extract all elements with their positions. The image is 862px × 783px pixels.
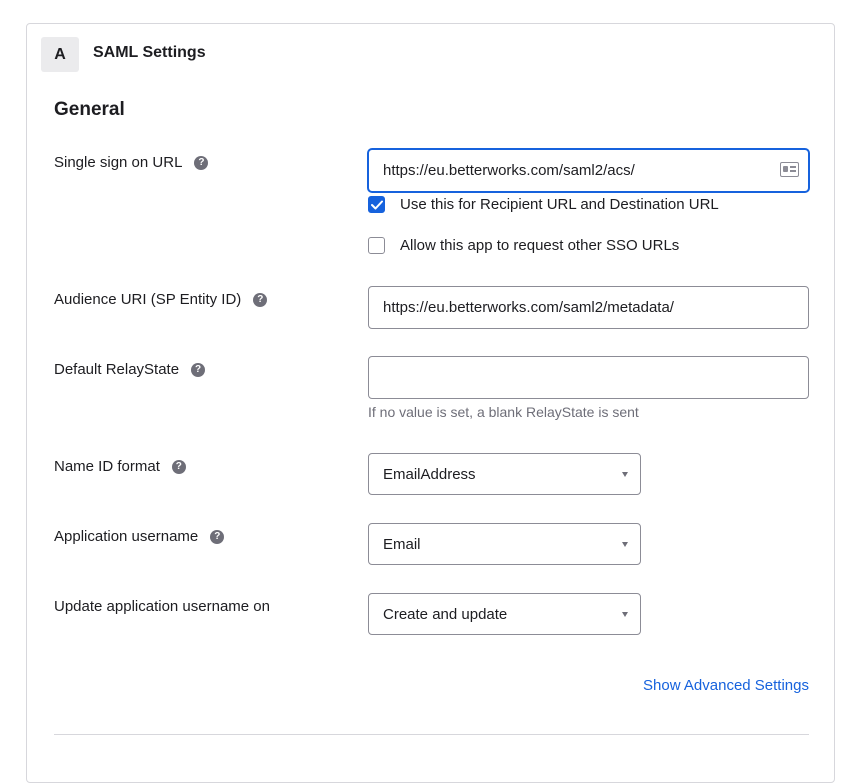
audience-uri-label: Audience URI (SP Entity ID) ?	[54, 291, 268, 308]
recipient-url-checkbox-label: Use this for Recipient URL and Destinati…	[400, 196, 719, 213]
app-username-label: Application username ?	[54, 528, 225, 545]
help-icon[interactable]: ?	[171, 459, 186, 474]
help-icon[interactable]: ?	[191, 362, 206, 377]
name-id-format-label: Name ID format ?	[54, 458, 186, 475]
audience-uri-input[interactable]	[368, 286, 809, 329]
other-sso-checkbox-row[interactable]: Allow this app to request other SSO URLs	[368, 237, 679, 254]
relay-state-hint: If no value is set, a blank RelayState i…	[368, 404, 639, 420]
card-avatar-shape	[783, 166, 788, 172]
update-username-label: Update application username on	[54, 598, 270, 615]
sso-url-label-text: Single sign on URL	[54, 154, 183, 171]
sso-url-input[interactable]	[368, 149, 809, 192]
name-id-format-select[interactable]: EmailAddress	[368, 453, 641, 495]
app-username-label-text: Application username	[54, 528, 199, 545]
help-icon[interactable]: ?	[210, 529, 225, 544]
app-username-select[interactable]: Email	[368, 523, 641, 565]
checkmark-icon	[370, 200, 383, 209]
help-icon[interactable]: ?	[194, 155, 209, 170]
caret-down-icon	[622, 472, 628, 477]
card-line	[790, 166, 796, 168]
caret-down-icon	[622, 542, 628, 547]
update-username-select[interactable]: Create and update	[368, 593, 641, 635]
recipient-url-checkbox[interactable]	[368, 196, 385, 213]
relay-state-label: Default RelayState ?	[54, 361, 206, 378]
saml-settings-panel	[26, 23, 835, 783]
name-id-format-label-text: Name ID format	[54, 458, 160, 475]
contact-card-icon[interactable]	[780, 162, 799, 177]
other-sso-checkbox[interactable]	[368, 237, 385, 254]
other-sso-checkbox-label: Allow this app to request other SSO URLs	[400, 237, 680, 254]
audience-uri-label-text: Audience URI (SP Entity ID)	[54, 291, 242, 308]
relay-state-label-text: Default RelayState	[54, 361, 180, 378]
update-username-value: Create and update	[383, 605, 508, 623]
sso-url-label: Single sign on URL ?	[54, 154, 209, 171]
name-id-format-value: EmailAddress	[383, 465, 476, 483]
recipient-url-checkbox-row[interactable]: Use this for Recipient URL and Destinati…	[368, 196, 719, 213]
relay-state-input[interactable]	[368, 356, 809, 399]
show-advanced-settings-link[interactable]: Show Advanced Settings	[643, 677, 809, 694]
caret-down-icon	[622, 612, 628, 617]
section-title: General	[54, 99, 125, 120]
section-divider	[54, 734, 809, 735]
card-line	[790, 170, 796, 172]
panel-title: SAML Settings	[93, 44, 206, 61]
update-username-label-text: Update application username on	[54, 598, 270, 615]
step-badge: A	[41, 37, 79, 72]
app-username-value: Email	[383, 535, 421, 553]
help-icon[interactable]: ?	[253, 292, 268, 307]
